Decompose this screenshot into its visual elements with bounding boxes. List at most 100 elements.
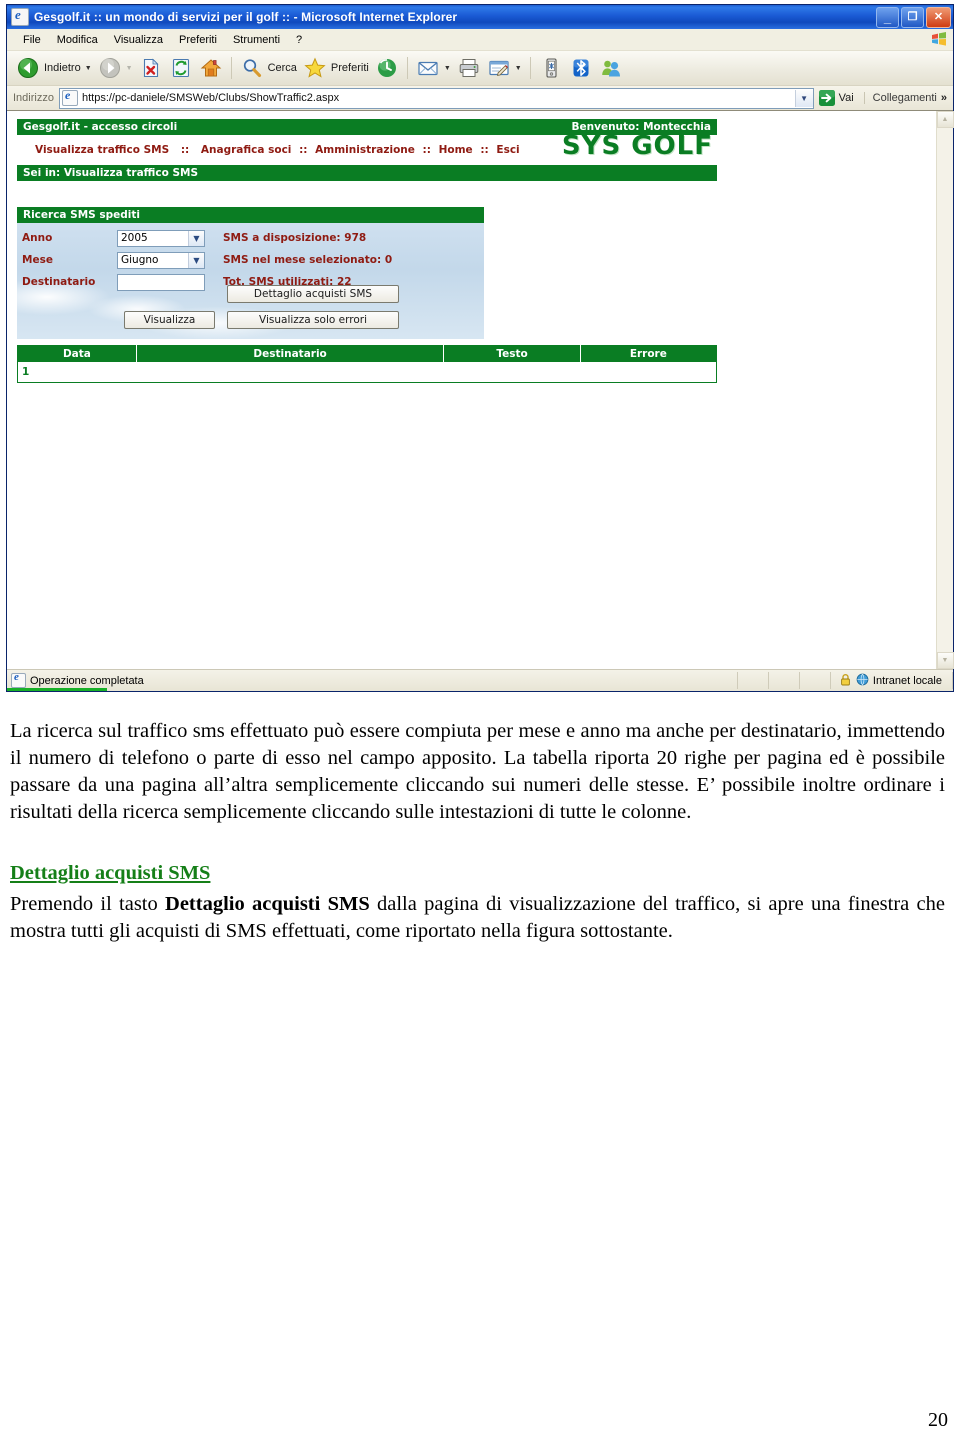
destinatario-label: Destinatario bbox=[22, 276, 96, 288]
column-header-errore[interactable]: Errore bbox=[580, 345, 717, 362]
document-body: La ricerca sul traffico sms effettuato p… bbox=[10, 718, 945, 949]
status-message: Operazione completata bbox=[7, 671, 738, 691]
status-bar: Operazione completata Intranet locale bbox=[7, 669, 953, 691]
minimize-glyph: _ bbox=[883, 9, 892, 25]
column-header-testo[interactable]: Testo bbox=[443, 345, 581, 362]
paragraph-2-bold: Dettaglio acquisti SMS bbox=[165, 893, 370, 916]
nav-separator-1: :: bbox=[180, 144, 190, 156]
status-cell-2 bbox=[769, 672, 800, 689]
anno-select[interactable]: 2005 ▼ bbox=[117, 229, 205, 247]
bluetooth-button[interactable] bbox=[566, 54, 596, 82]
visualizza-solo-errori-button[interactable]: Visualizza solo errori bbox=[227, 311, 399, 329]
browser-toolbar: Indietro ▼ ▼ Cerca Preferiti ▼ ▼ bbox=[7, 51, 953, 86]
nav-item-anagrafica[interactable]: Anagrafica soci bbox=[201, 144, 292, 156]
status-cell-1 bbox=[738, 672, 769, 689]
restore-glyph: ❐ bbox=[907, 10, 918, 23]
back-arrow-icon bbox=[16, 56, 40, 80]
nav-links: Visualizza traffico SMS :: Anagrafica so… bbox=[35, 144, 520, 156]
scroll-down-button[interactable]: ▼ bbox=[936, 652, 954, 669]
menu-item-strumenti[interactable]: Strumenti bbox=[225, 32, 288, 48]
search-panel-body: Anno 2005 ▼ SMS a disposizione: 978 Mese… bbox=[17, 223, 484, 339]
address-url-text: https://pc-daniele/SMSWeb/Clubs/ShowTraf… bbox=[81, 92, 340, 104]
nav-item-traffico[interactable]: Visualizza traffico SMS bbox=[35, 144, 169, 156]
favorites-button[interactable]: Preferiti bbox=[300, 54, 372, 82]
nav-item-esci[interactable]: Esci bbox=[496, 144, 519, 156]
sys-golf-logo: SYS GOLF bbox=[561, 131, 713, 161]
menu-item-modifica[interactable]: Modifica bbox=[49, 32, 106, 48]
search-panel: Ricerca SMS spediti Anno 2005 ▼ SMS a di… bbox=[17, 207, 484, 339]
mese-label: Mese bbox=[22, 254, 53, 266]
edit-button[interactable]: ▼ bbox=[484, 54, 525, 82]
menu-bar: File Modifica Visualizza Preferiti Strum… bbox=[7, 29, 953, 51]
go-button[interactable]: Vai bbox=[814, 89, 860, 107]
toolbar-overflow-icon[interactable]: » bbox=[941, 92, 951, 104]
pda-icon bbox=[539, 56, 563, 80]
home-icon bbox=[199, 56, 223, 80]
web-page-content: Gesgolf.it - accesso circoli Benvenuto: … bbox=[7, 111, 936, 669]
section-heading: Dettaglio acquisti SMS bbox=[10, 862, 211, 885]
refresh-button[interactable] bbox=[166, 54, 196, 82]
bluetooth-icon bbox=[569, 56, 593, 80]
mail-dropdown-icon[interactable]: ▼ bbox=[444, 65, 451, 72]
forward-button[interactable]: ▼ bbox=[95, 54, 136, 82]
edit-icon bbox=[487, 56, 511, 80]
refresh-icon bbox=[169, 56, 193, 80]
site-nav: Visualizza traffico SMS :: Anagrafica so… bbox=[17, 131, 717, 165]
forward-arrow-icon bbox=[98, 56, 122, 80]
page-scrollbar[interactable]: ▲ ▼ bbox=[936, 111, 954, 669]
browser-window: Gesgolf.it :: un mondo di servizi per il… bbox=[6, 4, 954, 692]
close-button[interactable]: ✕ bbox=[926, 6, 951, 28]
pda-button[interactable] bbox=[536, 54, 566, 82]
column-header-destinatario[interactable]: Destinatario bbox=[136, 345, 445, 362]
back-button[interactable]: Indietro ▼ bbox=[13, 54, 95, 82]
ie-document-icon bbox=[11, 7, 29, 26]
messenger-button[interactable] bbox=[596, 54, 626, 82]
column-header-data[interactable]: Data bbox=[17, 345, 137, 362]
nav-separator-2: :: bbox=[299, 144, 308, 156]
anno-label: Anno bbox=[22, 232, 53, 244]
menu-item-help[interactable]: ? bbox=[288, 32, 310, 48]
search-panel-title: Ricerca SMS spediti bbox=[17, 207, 484, 223]
menu-item-visualizza[interactable]: Visualizza bbox=[106, 32, 171, 48]
menu-item-file[interactable]: File bbox=[15, 32, 49, 48]
home-button[interactable] bbox=[196, 54, 226, 82]
back-dropdown-icon[interactable]: ▼ bbox=[85, 65, 92, 72]
mese-select[interactable]: Giugno ▼ bbox=[117, 251, 205, 269]
search-button[interactable]: Cerca bbox=[237, 54, 300, 82]
history-icon bbox=[375, 56, 399, 80]
menu-item-preferiti[interactable]: Preferiti bbox=[171, 32, 225, 48]
nav-separator-3: :: bbox=[422, 144, 431, 156]
stop-button[interactable] bbox=[136, 54, 166, 82]
visualizza-button[interactable]: Visualizza bbox=[124, 311, 215, 329]
pager-page-1[interactable]: 1 bbox=[17, 362, 717, 383]
destinatario-input[interactable] bbox=[117, 273, 205, 291]
history-button[interactable] bbox=[372, 54, 402, 82]
window-title: Gesgolf.it :: un mondo di servizi per il… bbox=[34, 10, 458, 24]
page-viewport: Gesgolf.it - accesso circoli Benvenuto: … bbox=[7, 110, 954, 669]
address-dropdown-icon[interactable]: ▼ bbox=[794, 89, 813, 107]
forward-dropdown-icon: ▼ bbox=[125, 64, 133, 72]
minimize-button[interactable]: _ bbox=[876, 6, 899, 28]
print-button[interactable] bbox=[454, 54, 484, 82]
dettaglio-acquisti-button[interactable]: Dettaglio acquisti SMS bbox=[227, 285, 399, 303]
windows-flag-icon bbox=[931, 31, 947, 47]
status-text: Operazione completata bbox=[30, 674, 144, 687]
paragraph-1: La ricerca sul traffico sms effettuato p… bbox=[10, 720, 945, 824]
restore-button[interactable]: ❐ bbox=[901, 6, 924, 28]
favorites-star-icon bbox=[303, 56, 327, 80]
security-zone[interactable]: Intranet locale bbox=[831, 672, 953, 689]
address-input[interactable]: https://pc-daniele/SMSWeb/Clubs/ShowTraf… bbox=[58, 87, 814, 109]
edit-dropdown-icon[interactable]: ▼ bbox=[515, 65, 522, 72]
nav-item-amministrazione[interactable]: Amministrazione bbox=[315, 144, 415, 156]
mese-value: Giugno bbox=[121, 254, 159, 266]
go-label: Vai bbox=[838, 92, 854, 104]
address-bar: Indirizzo https://pc-daniele/SMSWeb/Club… bbox=[7, 86, 953, 111]
stop-icon bbox=[139, 56, 163, 80]
table-pager-row: 1 bbox=[17, 362, 717, 383]
scroll-up-button[interactable]: ▲ bbox=[936, 111, 954, 128]
padlock-icon bbox=[839, 673, 852, 689]
back-label: Indietro bbox=[44, 62, 81, 74]
links-button[interactable]: Collegamenti bbox=[863, 92, 941, 104]
nav-item-home[interactable]: Home bbox=[439, 144, 473, 156]
mail-button[interactable]: ▼ bbox=[413, 54, 454, 82]
